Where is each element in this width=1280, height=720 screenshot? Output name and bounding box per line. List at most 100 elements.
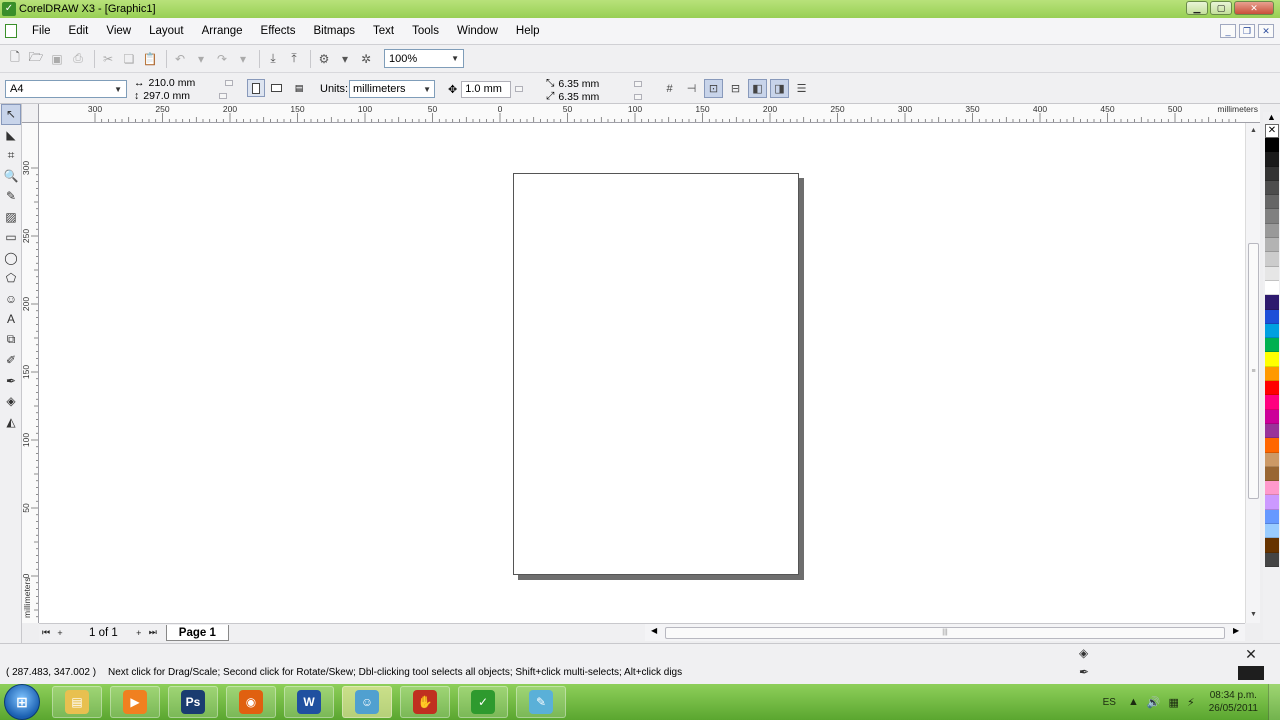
launcher-dropdown-icon[interactable]: ▾ xyxy=(336,50,354,68)
application-launcher-icon[interactable]: ⚙ xyxy=(315,50,333,68)
rectangle-tool-icon[interactable]: ▭ xyxy=(1,227,21,248)
undo-icon[interactable]: ↶ xyxy=(171,50,189,68)
color-swatch[interactable] xyxy=(1265,338,1279,353)
color-swatch[interactable] xyxy=(1265,481,1279,496)
color-swatch[interactable] xyxy=(1265,280,1279,296)
color-swatch[interactable] xyxy=(1265,238,1279,253)
snap-to-objects-icon[interactable]: ⊡ xyxy=(704,79,723,98)
text-tool-icon[interactable]: A xyxy=(1,309,21,330)
portrait-button[interactable] xyxy=(247,79,265,97)
close-button[interactable]: ✕ xyxy=(1234,1,1274,15)
zoom-tool-icon[interactable]: 🔍 xyxy=(1,166,21,187)
freehand-tool-icon[interactable]: ✎ xyxy=(1,186,21,207)
page-height-field[interactable]: 297.0 mm xyxy=(143,90,215,102)
menu-bitmaps[interactable]: Bitmaps xyxy=(304,25,364,37)
crop-tool-icon[interactable]: ⌗ xyxy=(1,145,21,166)
color-swatch[interactable] xyxy=(1265,309,1279,324)
fill-bucket-icon[interactable]: ◈ xyxy=(1079,646,1088,660)
print-icon[interactable]: ⎙ xyxy=(69,50,87,68)
doc-restore-button[interactable]: ❐ xyxy=(1239,24,1255,38)
dynamic-guides-icon[interactable]: ⊟ xyxy=(726,79,745,98)
page-width-field[interactable]: 210.0 mm xyxy=(149,77,221,89)
duplicate-x-spinner[interactable] xyxy=(634,80,643,87)
treat-as-filled-icon[interactable]: ◧ xyxy=(748,79,767,98)
color-swatch[interactable] xyxy=(1265,381,1279,396)
import-icon[interactable]: ⤓ xyxy=(264,50,282,68)
menu-window[interactable]: Window xyxy=(448,25,507,37)
interactive-fill-tool-icon[interactable]: ◭ xyxy=(1,412,21,433)
start-button[interactable]: ⊞ xyxy=(4,684,40,720)
draw-with-objects-icon[interactable]: ◨ xyxy=(770,79,789,98)
minimize-button[interactable]: ▁ xyxy=(1186,1,1208,15)
polygon-tool-icon[interactable]: ⬠ xyxy=(1,268,21,289)
document-icon[interactable] xyxy=(5,24,17,38)
vertical-scrollbar[interactable]: ▲ ≡ ▼ xyxy=(1245,123,1260,623)
network-icon[interactable]: ▦ xyxy=(1169,696,1179,709)
show-desktop-button[interactable] xyxy=(1268,684,1280,720)
cut-icon[interactable]: ✂ xyxy=(99,50,117,68)
volume-icon[interactable]: 🔊 xyxy=(1147,696,1161,709)
width-spinner[interactable] xyxy=(224,79,233,86)
snap-to-grid-icon[interactable]: # xyxy=(660,79,679,98)
color-swatch[interactable] xyxy=(1265,252,1279,267)
smart-fill-tool-icon[interactable]: ▨ xyxy=(1,207,21,228)
language-indicator[interactable]: ES xyxy=(1103,697,1116,708)
add-page-before-icon[interactable]: + xyxy=(53,628,67,638)
color-swatch[interactable] xyxy=(1265,438,1279,453)
menu-file[interactable]: File xyxy=(23,25,60,37)
taskbar-button[interactable]: W xyxy=(284,686,334,718)
duplicate-y-spinner[interactable] xyxy=(634,93,643,100)
doc-minimize-button[interactable]: _ xyxy=(1220,24,1236,38)
color-swatch[interactable] xyxy=(1265,452,1279,467)
undo-dropdown-icon[interactable]: ▾ xyxy=(192,50,210,68)
open-icon[interactable]: 🗁 xyxy=(27,50,45,68)
scroll-down-icon[interactable]: ▼ xyxy=(1246,609,1261,621)
export-icon[interactable]: ⤒ xyxy=(285,50,303,68)
copy-icon[interactable]: ❏ xyxy=(120,50,138,68)
first-page-icon[interactable]: ⏮ xyxy=(39,627,53,638)
horizontal-ruler[interactable]: 300 250 200 150 100 50 0 50 100 150 200 250 300 350 40… xyxy=(22,104,1260,123)
basic-shapes-tool-icon[interactable]: ☺ xyxy=(1,289,21,310)
color-swatch[interactable] xyxy=(1265,352,1279,367)
outline-tool-icon[interactable]: ✒ xyxy=(1,371,21,392)
color-swatch[interactable] xyxy=(1265,323,1279,339)
paper-size-combo[interactable]: A4 ▼ xyxy=(5,80,127,98)
no-fill-indicator-icon[interactable]: ✕ xyxy=(1238,646,1264,662)
nudge-offset-field[interactable]: 1.0 mm xyxy=(461,80,512,98)
page-tab[interactable]: Page 1 xyxy=(165,624,229,641)
units-combo[interactable]: millimeters ▼ xyxy=(349,80,435,98)
color-swatch[interactable] xyxy=(1265,195,1279,210)
menu-tools[interactable]: Tools xyxy=(403,25,448,37)
outline-color-indicator[interactable] xyxy=(1238,666,1264,680)
color-swatch[interactable] xyxy=(1265,538,1279,553)
taskbar-button[interactable]: ▤ xyxy=(52,686,102,718)
doc-close-button[interactable]: ✕ xyxy=(1258,24,1274,38)
fill-tool-icon[interactable]: ◈ xyxy=(1,391,21,412)
menu-help[interactable]: Help xyxy=(507,25,549,37)
outline-pen-icon[interactable]: ✒ xyxy=(1079,665,1089,679)
taskbar-button[interactable]: ✋ xyxy=(400,686,450,718)
color-swatch[interactable] xyxy=(1265,495,1279,510)
color-swatch[interactable] xyxy=(1265,138,1279,153)
menu-effects[interactable]: Effects xyxy=(252,25,305,37)
menu-view[interactable]: View xyxy=(97,25,140,37)
color-swatch[interactable] xyxy=(1265,552,1279,567)
horizontal-scrollbar[interactable]: ◀ ||| ▶ xyxy=(645,623,1245,641)
scroll-right-icon[interactable]: ▶ xyxy=(1233,626,1239,635)
no-color-swatch-icon[interactable]: ✕ xyxy=(1265,124,1279,138)
taskbar-button[interactable]: ✓ xyxy=(458,686,508,718)
scroll-up-icon[interactable]: ▲ xyxy=(1246,125,1261,137)
taskbar-button[interactable]: ▶ xyxy=(110,686,160,718)
menu-arrange[interactable]: Arrange xyxy=(193,25,252,37)
interactive-blend-tool-icon[interactable]: ⧉ xyxy=(1,330,21,351)
duplicate-y-field[interactable]: 6.35 mm xyxy=(558,91,630,103)
a4-page[interactable] xyxy=(513,173,799,575)
color-swatch[interactable] xyxy=(1265,366,1279,382)
shape-tool-icon[interactable]: ◣ xyxy=(1,125,21,146)
drawing-canvas[interactable] xyxy=(39,123,1245,623)
tray-expand-icon[interactable]: ▲ xyxy=(1128,696,1139,708)
welcome-screen-icon[interactable]: ✲ xyxy=(357,50,375,68)
menu-edit[interactable]: Edit xyxy=(60,25,98,37)
color-swatch[interactable] xyxy=(1265,266,1279,281)
last-page-icon[interactable]: ⏭ xyxy=(146,627,160,638)
